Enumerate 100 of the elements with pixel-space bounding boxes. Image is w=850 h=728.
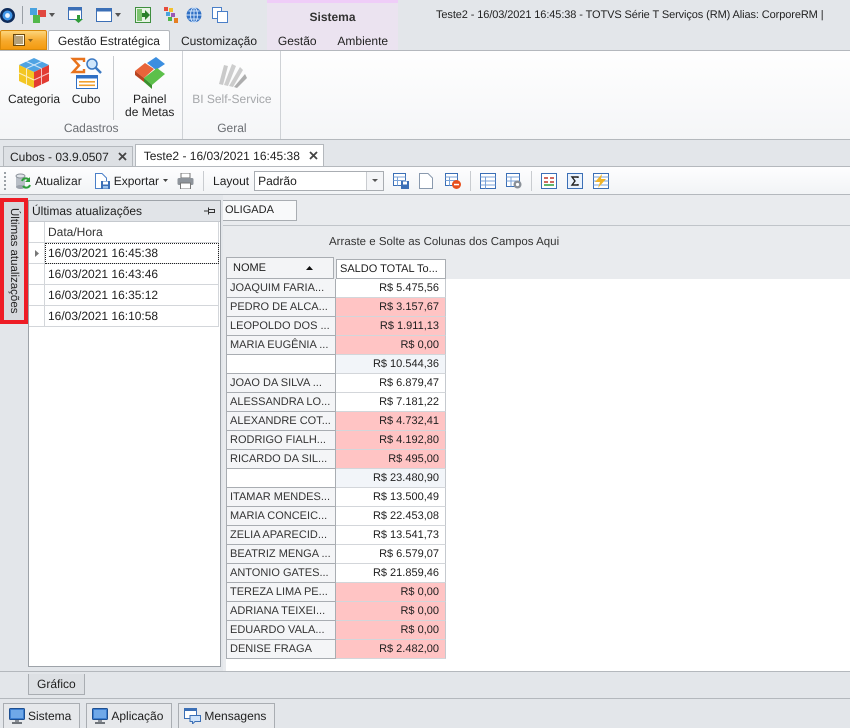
value-cell: R$ 13.500,49	[336, 488, 446, 507]
row-header-cell: RICARDO DA SIL...	[226, 450, 336, 469]
toolbar-button[interactable]: Atualizar	[12, 170, 85, 190]
window-title: Teste2 - 16/03/2021 16:45:38 - TOTVS Série T Serviços (RM) Alias: CorporeRM |	[436, 9, 824, 21]
layout-label: Layout	[213, 174, 250, 188]
document-tab[interactable]: Cubos - 03.9.0507	[3, 146, 133, 166]
color-swatches-icon[interactable]	[164, 7, 178, 23]
ribbon-tab[interactable]: Ambiente	[330, 30, 396, 50]
value-cell: R$ 0,00	[336, 621, 446, 640]
table-lightning-icon[interactable]	[593, 172, 610, 188]
value-cell: R$ 1.911,13	[336, 317, 446, 336]
value-cell: R$ 22.453,08	[336, 507, 446, 526]
table-cell[interactable]: 16/03/2021 16:35:12	[45, 285, 219, 306]
value-cell: R$ 4.192,80	[336, 431, 446, 450]
row-header-cell: ADRIANA TEIXEI...	[226, 602, 336, 621]
ribbon-group-label: Cadastros	[62, 120, 120, 137]
table-icon[interactable]	[480, 172, 496, 188]
close-icon[interactable]	[118, 152, 127, 161]
ribbon-tab[interactable]: Gestão	[270, 30, 324, 50]
refresh-icon	[15, 172, 31, 188]
table-cell[interactable]: 16/03/2021 16:10:58	[45, 306, 219, 327]
total-cell: R$ 10.544,36	[336, 355, 446, 374]
value-cell: R$ 2.482,00	[336, 640, 446, 659]
caret-icon[interactable]	[115, 13, 121, 17]
document-tab[interactable]: Teste2 - 16/03/2021 16:45:38	[134, 144, 324, 166]
row-indicator-icon	[34, 250, 38, 256]
copy-icon[interactable]	[212, 7, 228, 23]
panel-title: Últimas atualizações	[32, 204, 142, 218]
caret-icon[interactable]	[49, 13, 55, 17]
value-cell: R$ 13.541,73	[336, 526, 446, 545]
row-header-cell: BEATRIZ MENGA ...	[226, 545, 336, 564]
row-indicator-cell	[29, 306, 45, 327]
printer-icon[interactable]	[177, 172, 194, 188]
row-header-cell: ALEXANDRE COT...	[226, 412, 336, 431]
caret-icon	[28, 38, 34, 42]
ribbon-button[interactable]: Cubo	[65, 56, 108, 120]
monitor-icon	[9, 708, 25, 724]
ribbon-button[interactable]: Categoria	[3, 56, 66, 120]
row-header-cell: ANTONIO GATES...	[226, 564, 336, 583]
value-cell: R$ 0,00	[336, 336, 446, 355]
cube-icon	[18, 57, 50, 89]
value-cell: R$ 5.475,56	[336, 279, 446, 298]
ribbon-group-label: Geral	[216, 120, 248, 137]
filter-field-button[interactable]: OLIGADA	[223, 200, 297, 220]
row-header-cell: LEOPOLDO DOS ...	[226, 317, 336, 336]
side-tab[interactable]: Últimas atualizações	[0, 198, 28, 324]
caret-icon	[163, 179, 168, 182]
table-sigma-icon[interactable]	[567, 172, 584, 188]
value-cell: R$ 3.157,67	[336, 298, 446, 317]
row-header-cell: JOAO DA SILVA ...	[226, 374, 336, 393]
row-header-cell: TEREZA LIMA PE...	[226, 583, 336, 602]
taskbar-button[interactable]: Aplicação	[86, 703, 172, 728]
table-gear-icon[interactable]	[506, 172, 522, 188]
table-cell[interactable]: 16/03/2021 16:45:38	[45, 243, 219, 264]
window-icon[interactable]	[96, 8, 112, 22]
arrow-box-icon[interactable]	[135, 7, 151, 23]
column-header[interactable]: SALDO TOTAL To...	[336, 259, 446, 279]
ribbon-tab[interactable]: Gestão Estratégica	[48, 30, 170, 50]
blocks-icon	[134, 57, 166, 89]
toolbar-button[interactable]: Exportar	[90, 170, 172, 190]
monitor-icon	[92, 708, 108, 724]
chart-tab[interactable]: Gráfico	[28, 674, 85, 695]
value-cell: R$ 21.859,46	[336, 564, 446, 583]
row-header-cell: ITAMAR MENDES...	[226, 488, 336, 507]
contextual-group-title: Sistema	[309, 10, 356, 24]
row-indicator-cell	[29, 285, 45, 306]
squares-icon[interactable]	[30, 7, 46, 23]
value-cell: R$ 495,00	[336, 450, 446, 469]
taskbar-button[interactable]: Sistema	[3, 703, 80, 728]
value-cell: R$ 6.879,47	[336, 374, 446, 393]
orb-icon[interactable]	[0, 8, 15, 22]
page-icon[interactable]	[419, 172, 434, 188]
sigma-search-icon	[70, 57, 102, 89]
row-field-button[interactable]: NOME	[226, 257, 334, 279]
taskbar-button[interactable]: Mensagens	[178, 703, 276, 728]
table-lines-icon[interactable]	[541, 172, 558, 188]
drop-area-hint: Arraste e Solte as Colunas dos Campos Aqui	[329, 236, 560, 248]
ribbon-tab[interactable]: Customização	[170, 30, 267, 50]
ribbon-button[interactable]: Painel de Metas	[113, 56, 180, 120]
row-header-cell: ZELIA APARECID...	[226, 526, 336, 545]
window-speech-bubble-icon	[184, 708, 202, 724]
layout-dropdown[interactable]: Padrão	[254, 170, 384, 190]
sort-ascending-icon	[306, 266, 313, 270]
row-header-cell: ALESSANDRA LO...	[226, 393, 336, 412]
table-minus-icon[interactable]	[445, 172, 462, 188]
value-cell: R$ 6.579,07	[336, 545, 446, 564]
globe-icon[interactable]	[186, 7, 202, 23]
row-header-cell: JOAQUIM FARIA...	[226, 279, 336, 298]
row-header-cell: RODRIGO FIALH...	[226, 431, 336, 450]
row-header-cell: PEDRO DE ALCA...	[226, 298, 336, 317]
total-cell: R$ 23.480,90	[336, 469, 446, 488]
row-header-cell: MARIA EUGÊNIA ...	[226, 336, 336, 355]
row-header-cell: MARIA CONCEIC...	[226, 507, 336, 526]
pin-icon[interactable]	[204, 207, 215, 215]
close-icon[interactable]	[308, 151, 318, 160]
value-cell: R$ 7.181,22	[336, 393, 446, 412]
column-header[interactable]: Data/Hora	[45, 222, 219, 243]
application-menu-button[interactable]	[0, 30, 47, 50]
table-cell[interactable]: 16/03/2021 16:43:46	[45, 264, 219, 285]
value-cell: R$ 0,00	[336, 602, 446, 621]
